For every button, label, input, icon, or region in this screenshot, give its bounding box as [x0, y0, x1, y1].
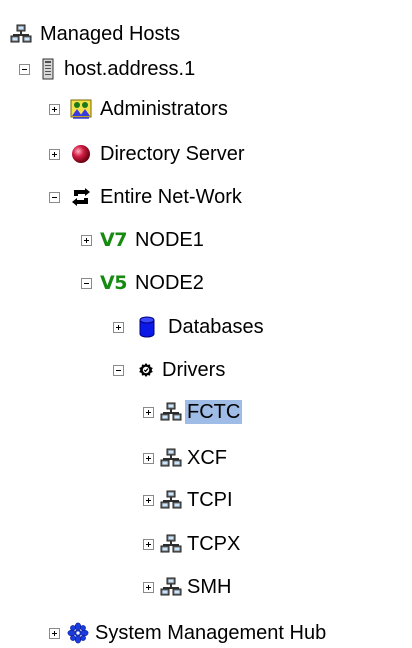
tree-node-label[interactable]: TCPX	[185, 532, 242, 556]
network-hosts-icon	[10, 23, 32, 45]
expand-toggle-icon[interactable]	[143, 406, 154, 418]
tree-node-label[interactable]: XCF	[185, 446, 229, 470]
expand-toggle-icon[interactable]	[143, 494, 154, 506]
expand-toggle-icon[interactable]	[81, 234, 92, 246]
network-hosts-icon	[160, 447, 182, 469]
collapse-toggle-icon[interactable]	[19, 63, 30, 75]
tree-node-driver-tcpx[interactable]: TCPX	[143, 529, 242, 559]
tree-node-entire-network[interactable]: Entire Net-Work	[49, 182, 244, 212]
tree-node-label[interactable]: Databases	[166, 315, 266, 339]
tree-node-system-management-hub[interactable]: System Management Hub	[49, 618, 328, 648]
directory-server-icon	[70, 143, 92, 165]
managed-hosts-tree: Managed Hosts host.address.1 Administrat…	[0, 0, 412, 646]
database-icon	[138, 316, 156, 338]
expand-toggle-icon[interactable]	[113, 321, 124, 333]
tree-node-label[interactable]: Directory Server	[98, 142, 246, 166]
network-hosts-icon	[160, 533, 182, 555]
collapse-toggle-icon[interactable]	[113, 364, 124, 376]
system-management-hub-icon	[67, 622, 89, 644]
tree-node-drivers[interactable]: Drivers	[113, 355, 227, 385]
tree-node-driver-tcpi[interactable]: TCPI	[143, 485, 235, 515]
tree-node-databases[interactable]: Databases	[113, 312, 266, 342]
tree-node-host[interactable]: host.address.1	[19, 54, 197, 84]
tree-node-driver-xcf[interactable]: XCF	[143, 443, 229, 473]
tree-node-label[interactable]: SMH	[185, 575, 233, 599]
tree-node-label[interactable]: System Management Hub	[93, 621, 328, 645]
collapse-toggle-icon[interactable]	[49, 191, 60, 203]
tree-node-label[interactable]: NODE2	[133, 271, 206, 295]
collapse-toggle-icon[interactable]	[81, 277, 92, 289]
tree-node-label[interactable]: FCTC	[185, 400, 243, 424]
tree-node-label[interactable]: host.address.1	[62, 57, 197, 81]
expand-toggle-icon[interactable]	[49, 103, 60, 115]
expand-toggle-icon[interactable]	[49, 627, 60, 639]
tree-node-driver-fctc[interactable]: FCTC	[143, 397, 243, 427]
tree-node-label[interactable]: Administrators	[98, 97, 230, 121]
tree-node-label[interactable]: Managed Hosts	[38, 22, 182, 46]
entire-network-icon	[70, 186, 92, 208]
tree-node-label[interactable]: Entire Net-Work	[98, 185, 244, 209]
expand-toggle-icon[interactable]	[49, 148, 60, 160]
version-badge: V5	[100, 272, 127, 294]
tree-node-label[interactable]: Drivers	[160, 358, 227, 382]
tree-node-node1[interactable]: V7 NODE1	[81, 225, 206, 255]
tree-node-label[interactable]: NODE1	[133, 228, 206, 252]
expand-toggle-icon[interactable]	[143, 538, 154, 550]
drivers-icon	[138, 359, 154, 381]
tree-node-driver-smh[interactable]: SMH	[143, 572, 233, 602]
tree-node-managed-hosts[interactable]: Managed Hosts	[10, 19, 182, 49]
tree-node-directory-server[interactable]: Directory Server	[49, 139, 246, 169]
tree-node-label[interactable]: TCPI	[185, 488, 235, 512]
expand-toggle-icon[interactable]	[143, 581, 154, 593]
tree-node-administrators[interactable]: Administrators	[49, 94, 230, 124]
network-hosts-icon	[160, 576, 182, 598]
network-hosts-icon	[160, 401, 182, 423]
expand-toggle-icon[interactable]	[143, 452, 154, 464]
tree-node-node2[interactable]: V5 NODE2	[81, 268, 206, 298]
server-icon	[40, 58, 56, 80]
administrators-icon	[70, 98, 92, 120]
network-hosts-icon	[160, 489, 182, 511]
version-badge: V7	[100, 229, 127, 251]
